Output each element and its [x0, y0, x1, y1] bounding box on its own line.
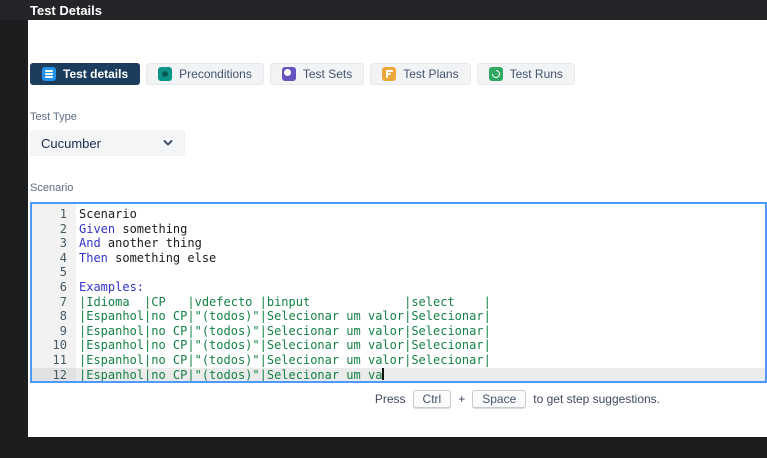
line-content: Scenario [76, 207, 137, 222]
test-type-value: Cucumber [41, 136, 101, 151]
line-content: |Idioma |CP |vdefecto |binput |select | [76, 295, 491, 310]
line-content: |Espanhol|no CP|"(todos)"|Selecionar um … [76, 368, 384, 383]
tab-label: Test details [63, 67, 128, 81]
tab-label: Test Runs [510, 67, 563, 81]
test-plans-icon [382, 67, 396, 81]
line-content: |Espanhol|no CP|"(todos)"|Selecionar um … [76, 309, 491, 324]
code-line-8[interactable]: 8|Espanhol|no CP|"(todos)"|Selecionar um… [32, 309, 765, 324]
line-content: |Espanhol|no CP|"(todos)"|Selecionar um … [76, 324, 491, 339]
page: Test Details Test detailsPreconditionsTe… [0, 0, 767, 458]
test-type-label: Test Type [30, 111, 77, 123]
space-key: Space [472, 390, 526, 408]
tab-test-details[interactable]: Test details [30, 63, 140, 85]
content-panel: Test details Preconditions Test Sets Test P… [28, 20, 767, 437]
line-number: 9 [32, 324, 76, 339]
tab-label: Test Sets [303, 67, 352, 81]
step-suggestion-hint: Press Ctrl + Space to get step suggestio… [28, 388, 767, 410]
header-bar: Test Details [0, 0, 767, 20]
code-lines: 1Scenario2Given something3And another th… [32, 204, 765, 383]
tab-test-runs[interactable]: Test Runs [477, 63, 575, 85]
page-title: Test Details [30, 3, 102, 18]
hint-press-text: Press [375, 392, 406, 406]
scenario-label: Scenario [30, 182, 73, 194]
scenario-editor[interactable]: 1Scenario2Given something3And another th… [30, 202, 767, 383]
line-number: 11 [32, 353, 76, 368]
line-number: 8 [32, 309, 76, 324]
text-cursor [382, 368, 384, 380]
line-content: Examples: [76, 280, 144, 295]
tab-preconditions[interactable]: Preconditions [146, 63, 264, 85]
line-number: 2 [32, 222, 76, 237]
test-sets-icon [282, 67, 296, 81]
code-line-7[interactable]: 7|Idioma |CP |vdefecto |binput |select | [32, 295, 765, 310]
line-number: 5 [32, 265, 76, 280]
hint-plus-text: + [458, 392, 465, 406]
code-line-10[interactable]: 10|Espanhol|no CP|"(todos)"|Selecionar u… [32, 338, 765, 353]
line-number: 10 [32, 338, 76, 353]
code-line-3[interactable]: 3And another thing [32, 236, 765, 251]
tab-test-sets[interactable]: Test Sets [270, 63, 364, 85]
code-line-4[interactable]: 4Then something else [32, 251, 765, 266]
code-line-1[interactable]: 1Scenario [32, 207, 765, 222]
line-content: And another thing [76, 236, 202, 251]
line-number: 3 [32, 236, 76, 251]
test-type-select[interactable]: Cucumber [30, 130, 185, 156]
tab-label: Test Plans [403, 67, 458, 81]
line-content: |Espanhol|no CP|"(todos)"|Selecionar um … [76, 338, 491, 353]
line-content: |Espanhol|no CP|"(todos)"|Selecionar um … [76, 353, 491, 368]
line-number: 7 [32, 295, 76, 310]
tab-test-plans[interactable]: Test Plans [370, 63, 470, 85]
tab-bar: Test details Preconditions Test Sets Test P… [30, 63, 575, 85]
tab-label: Preconditions [179, 67, 252, 81]
line-content: Then something else [76, 251, 216, 266]
code-line-9[interactable]: 9|Espanhol|no CP|"(todos)"|Selecionar um… [32, 324, 765, 339]
chevron-down-icon [162, 137, 174, 149]
line-content: Given something [76, 222, 187, 237]
line-content [76, 265, 79, 280]
code-line-11[interactable]: 11|Espanhol|no CP|"(todos)"|Selecionar u… [32, 353, 765, 368]
test-details-icon [42, 67, 56, 81]
test-runs-icon [489, 67, 503, 81]
code-line-12[interactable]: 12|Espanhol|no CP|"(todos)"|Selecionar u… [32, 368, 765, 383]
line-number: 1 [32, 207, 76, 222]
line-number: 4 [32, 251, 76, 266]
preconditions-icon [158, 67, 172, 81]
code-line-6[interactable]: 6Examples: [32, 280, 765, 295]
line-number: 12 [32, 368, 76, 383]
line-number: 6 [32, 280, 76, 295]
code-line-2[interactable]: 2Given something [32, 222, 765, 237]
hint-suffix-text: to get step suggestions. [533, 392, 660, 406]
ctrl-key: Ctrl [413, 390, 452, 408]
code-line-5[interactable]: 5 [32, 265, 765, 280]
